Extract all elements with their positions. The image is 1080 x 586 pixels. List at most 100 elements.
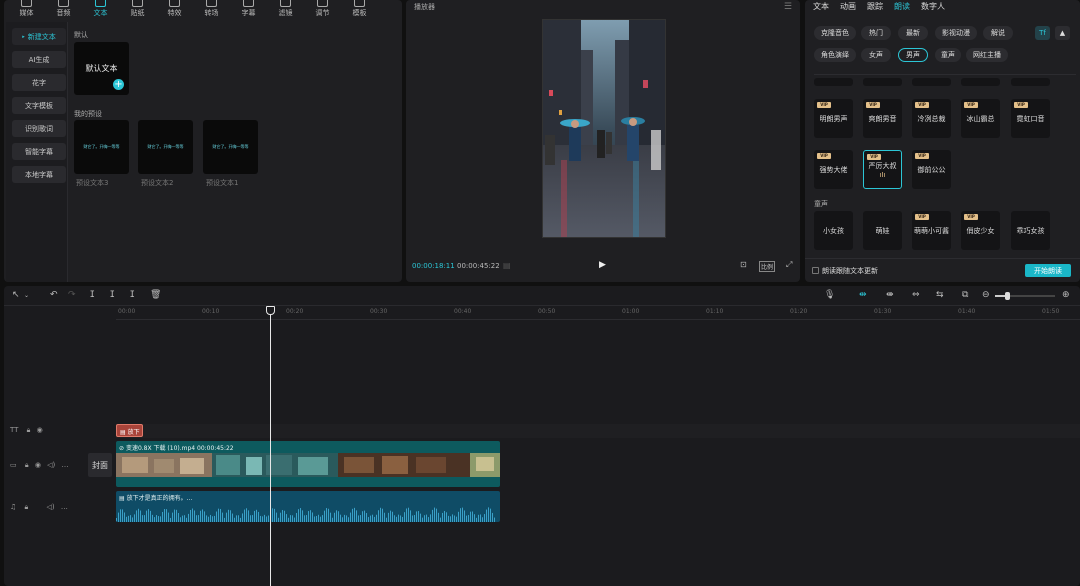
voice-card-partial[interactable] (961, 78, 1000, 86)
collapse-icon[interactable]: ▲ (1055, 26, 1070, 40)
nav-lyrics[interactable]: 识别歌词 (12, 120, 66, 137)
chip-hot[interactable]: 热门 (861, 26, 891, 40)
link-icon[interactable]: ⇹ (859, 290, 867, 300)
zoom-in-icon[interactable]: ⊕ (1062, 290, 1070, 300)
connect-icon[interactable]: ⇔ (912, 290, 920, 300)
chip-role-play[interactable]: 角色演绎 (814, 48, 856, 62)
volume-icon[interactable]: ◁) (46, 503, 54, 511)
start-reading-button[interactable]: 开始朗读 (1025, 264, 1071, 277)
tool-effects[interactable]: 特效 (156, 0, 193, 20)
lock-icon[interactable]: 🔒︎ (27, 426, 31, 434)
time-ruler[interactable]: 00:00 00:10 00:20 00:30 00:40 00:50 01:0… (116, 306, 1080, 320)
split-icon[interactable]: ⵊ (90, 290, 95, 300)
voice-card-partial[interactable] (863, 78, 902, 86)
tool-adjust[interactable]: 调节 (304, 0, 341, 20)
voice-card[interactable]: 小女孩 (814, 211, 853, 250)
voice-card[interactable]: VIP 俏皮少女 (961, 211, 1000, 250)
text-clip[interactable]: ▤ 放下 (116, 424, 143, 437)
nav-fancy-text[interactable]: 花字 (12, 74, 66, 91)
preset-card-2[interactable]: 财它了。开嗨—等等 (138, 120, 193, 174)
tab-text[interactable]: 文本 (813, 1, 829, 12)
select-cursor-icon[interactable]: ↖ (12, 290, 20, 300)
playhead-handle[interactable] (266, 306, 275, 315)
more-icon[interactable]: … (62, 461, 69, 469)
follow-text-checkbox[interactable] (812, 267, 819, 274)
voice-card[interactable]: VIP 明朗男声 (814, 99, 853, 138)
zoom-handle[interactable] (1005, 292, 1010, 300)
lock-icon[interactable]: 🔒︎ (25, 461, 29, 469)
voice-card-selected[interactable]: VIP 严厉大叔 ıIı (863, 150, 902, 189)
fit-icon[interactable]: ⊡ (740, 260, 747, 269)
default-text-card[interactable]: 默认文本 + (74, 42, 129, 95)
eye-icon[interactable]: ◉ (35, 461, 41, 469)
chip-influencer[interactable]: 网红主播 (966, 48, 1008, 62)
tool-sticker[interactable]: 贴纸 (119, 0, 156, 20)
voice-card-partial[interactable] (1011, 78, 1050, 86)
voice-card[interactable]: VIP 萌萌小可酱 (912, 211, 951, 250)
eye-icon[interactable]: ◉ (37, 426, 43, 434)
preview-axis-icon[interactable]: ⧉ (962, 290, 968, 300)
chip-male[interactable]: 男声 (898, 48, 928, 62)
chip-narration[interactable]: 解说 (983, 26, 1013, 40)
voice-card[interactable]: 乖巧女孩 (1011, 211, 1050, 250)
tab-read-aloud[interactable]: 朗读 (894, 1, 910, 12)
voice-card[interactable]: 萌娃 (863, 211, 902, 250)
playhead[interactable] (270, 306, 271, 586)
split-left-icon[interactable]: ⵊ (110, 290, 115, 300)
undo-icon[interactable]: ↶ (50, 290, 58, 300)
tool-transition[interactable]: 转场 (193, 0, 230, 20)
snap-icon[interactable]: ⇼ (886, 290, 894, 300)
delete-icon[interactable]: 🗑 (150, 290, 161, 300)
voice-card[interactable]: VIP 强势大佬 (814, 150, 853, 189)
tool-text[interactable]: 文本 (82, 0, 119, 20)
preset-card-1[interactable]: 财它了。开嗨—等等 (203, 120, 258, 174)
tool-subtitle[interactable]: 字幕 (230, 0, 267, 20)
preset-card-3[interactable]: 财它了。开嗨—等等 (74, 120, 129, 174)
voice-card[interactable]: VIP 冷冽总裁 (912, 99, 951, 138)
chip-film-anime[interactable]: 影视动漫 (935, 26, 977, 40)
tool-audio[interactable]: 音频 (45, 0, 82, 20)
tool-filter[interactable]: 滤镜 (267, 0, 304, 20)
menu-icon[interactable]: ☰ (784, 2, 792, 12)
zoom-slider[interactable] (995, 292, 1055, 300)
chip-latest[interactable]: 最新 (898, 26, 928, 40)
microphone-icon[interactable]: 🎙 (824, 290, 835, 300)
nav-ai-generate[interactable]: AI生成 (12, 51, 66, 68)
nav-new-text[interactable]: ▸ 新建文本 (12, 28, 66, 45)
grid-icon[interactable]: ▤ (503, 261, 511, 270)
nav-smart-subtitle[interactable]: 智能字幕 (12, 143, 66, 160)
tab-animation[interactable]: 动画 (840, 1, 856, 12)
waveform-bar (452, 514, 453, 522)
split-right-icon[interactable]: ⵊ (130, 290, 135, 300)
play-icon[interactable]: ▶ (599, 260, 606, 270)
more-icon[interactable]: … (61, 503, 68, 511)
add-icon[interactable]: + (113, 79, 124, 90)
zoom-out-icon[interactable]: ⊖ (982, 290, 990, 300)
chip-female[interactable]: 女声 (861, 48, 891, 62)
filter-toggle-icon[interactable]: Tf (1035, 26, 1050, 40)
tab-tracking[interactable]: 跟踪 (867, 1, 883, 12)
center-icon[interactable]: ⇆ (936, 290, 944, 300)
ratio-button[interactable]: 比例 (759, 261, 776, 272)
tab-digital-human[interactable]: 数字人 (921, 1, 945, 12)
voice-card[interactable]: VIP 冰山霸总 (961, 99, 1000, 138)
chip-clone-voice[interactable]: 克隆音色 (814, 26, 856, 40)
fullscreen-icon[interactable]: ⤢ (786, 260, 792, 270)
lock-icon[interactable]: 🔒︎ (25, 503, 29, 511)
audio-clip[interactable]: ▤ 放下才是真正的拥有。... (116, 491, 500, 522)
voice-card[interactable]: VIP 御前公公 (912, 150, 951, 189)
redo-icon[interactable]: ↷ (68, 290, 76, 300)
voice-card[interactable]: VIP 爽朗男音 (863, 99, 902, 138)
voice-card[interactable]: VIP 霓虹口音 (1011, 99, 1050, 138)
nav-text-template[interactable]: 文字模板 (12, 97, 66, 114)
tool-template[interactable]: 模板 (341, 0, 378, 20)
tool-media[interactable]: 媒体 (8, 0, 45, 20)
nav-local-subtitle[interactable]: 本地字幕 (12, 166, 66, 183)
voice-card-partial[interactable] (912, 78, 951, 86)
video-clip[interactable]: ⊘ 变速0.8X 下载 (10).mp4 00:00:45:22 (116, 441, 500, 487)
chevron-down-icon[interactable]: ⌄ (24, 292, 29, 299)
chip-child[interactable]: 童声 (935, 48, 961, 62)
cover-button[interactable]: 封面 (88, 453, 112, 477)
volume-icon[interactable]: ◁) (47, 461, 55, 469)
voice-card-partial[interactable] (814, 78, 853, 86)
